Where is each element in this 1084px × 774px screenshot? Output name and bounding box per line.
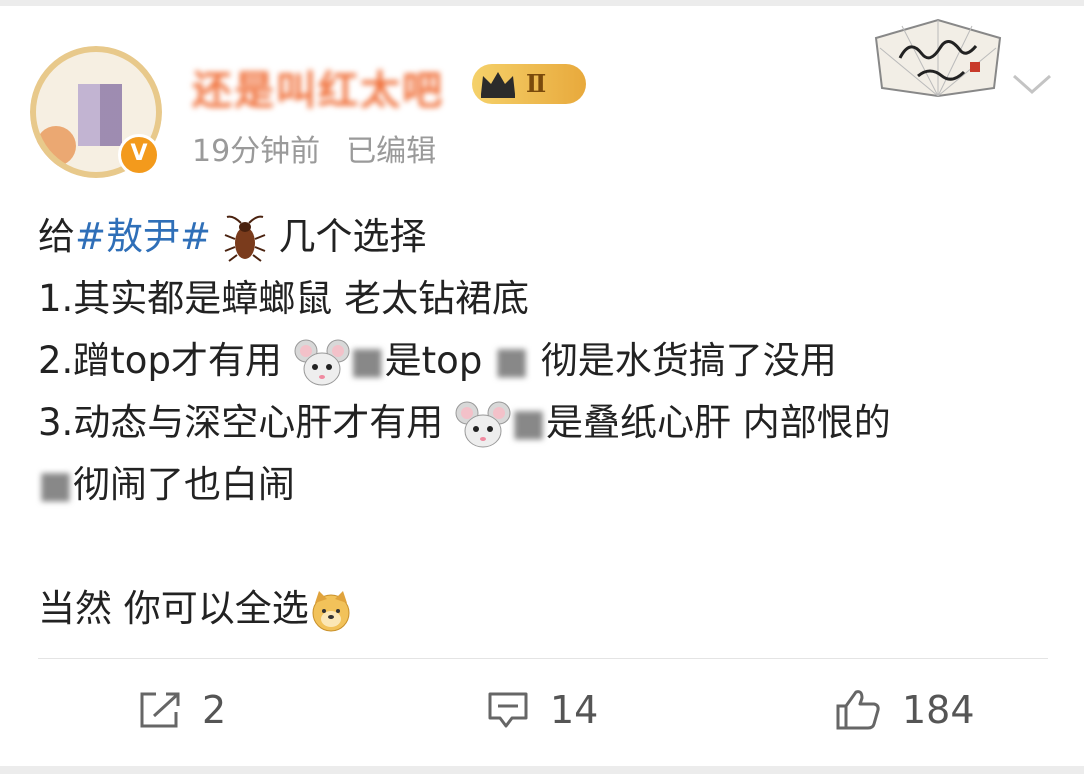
text-span: 彻闹了也白闹 bbox=[72, 463, 295, 506]
comment-button[interactable]: 14 bbox=[486, 688, 598, 732]
divider bbox=[38, 658, 1048, 659]
like-count: 184 bbox=[902, 688, 975, 732]
text-span: 是叠纸心肝 内部恨的 bbox=[546, 401, 891, 444]
like-button[interactable]: 184 bbox=[834, 688, 975, 732]
username-text: 还是叫红太吧 bbox=[192, 68, 444, 114]
username[interactable]: 还是叫红太吧 bbox=[192, 58, 444, 116]
text-span: 2.蹭top才有用 bbox=[38, 339, 294, 382]
mouse-emoji bbox=[294, 339, 350, 385]
like-icon bbox=[836, 690, 880, 730]
mouse-emoji bbox=[455, 401, 511, 447]
blurred-text: ■ bbox=[511, 401, 547, 444]
repost-button[interactable]: 2 bbox=[138, 688, 226, 732]
comment-icon bbox=[488, 692, 528, 728]
post-line-5: ■彻闹了也白闹 bbox=[38, 454, 891, 516]
post-body: 给#敖尹# 几个选择 1.其实都是蟑螂鼠 老太钻裙底 2.蹭top才有用 ■是t… bbox=[38, 206, 891, 640]
fan-decoration bbox=[874, 18, 1002, 98]
crown-level-badge-icon[interactable]: Ⅱ bbox=[472, 64, 586, 104]
post-line-1: 给#敖尹# 几个选择 bbox=[38, 206, 891, 268]
post-line-2: 1.其实都是蟑螂鼠 老太钻裙底 bbox=[38, 277, 530, 320]
blurred-text: ■ bbox=[38, 463, 73, 506]
text-span: 当然 你可以全选 bbox=[38, 587, 309, 630]
text-span: 彻是水货搞了没用 bbox=[540, 339, 837, 382]
text-span: 几个选择 bbox=[278, 215, 427, 258]
text-span: 给 bbox=[38, 215, 75, 258]
cockroach-emoji bbox=[224, 215, 266, 262]
post-meta: 19分钟前 已编辑 bbox=[192, 126, 462, 170]
blurred-text: ■ bbox=[349, 339, 385, 382]
post-time: 19分钟前 bbox=[192, 134, 321, 169]
post-line-6: 当然 你可以全选 bbox=[38, 578, 891, 640]
hashtag-link[interactable]: #敖尹# bbox=[75, 215, 211, 258]
blurred-text: ■ bbox=[482, 339, 541, 382]
post-card: V 还是叫红太吧 Ⅱ 19分钟前 已编辑 给#敖尹# 几个选择 1.其实都是蟑螂… bbox=[0, 6, 1084, 766]
doge-emoji bbox=[312, 590, 350, 631]
edited-label[interactable]: 已编辑 bbox=[346, 134, 436, 169]
post-line-4: 3.动态与深空心肝才有用 ■是叠纸心肝 内部恨的 bbox=[38, 392, 891, 454]
repost-icon bbox=[140, 692, 180, 728]
repost-count: 2 bbox=[202, 688, 227, 732]
level-badge-text: Ⅱ bbox=[526, 69, 547, 98]
verified-v-icon: V bbox=[118, 134, 160, 176]
post-line-blank bbox=[38, 516, 891, 578]
crown-icon bbox=[481, 72, 515, 98]
text-span: 是top bbox=[384, 339, 483, 382]
post-line-3: 2.蹭top才有用 ■是top ■ 彻是水货搞了没用 bbox=[38, 330, 891, 392]
text-span: 3.动态与深空心肝才有用 bbox=[38, 401, 456, 444]
chevron-down-icon[interactable] bbox=[1010, 72, 1054, 96]
comment-count: 14 bbox=[550, 688, 599, 732]
